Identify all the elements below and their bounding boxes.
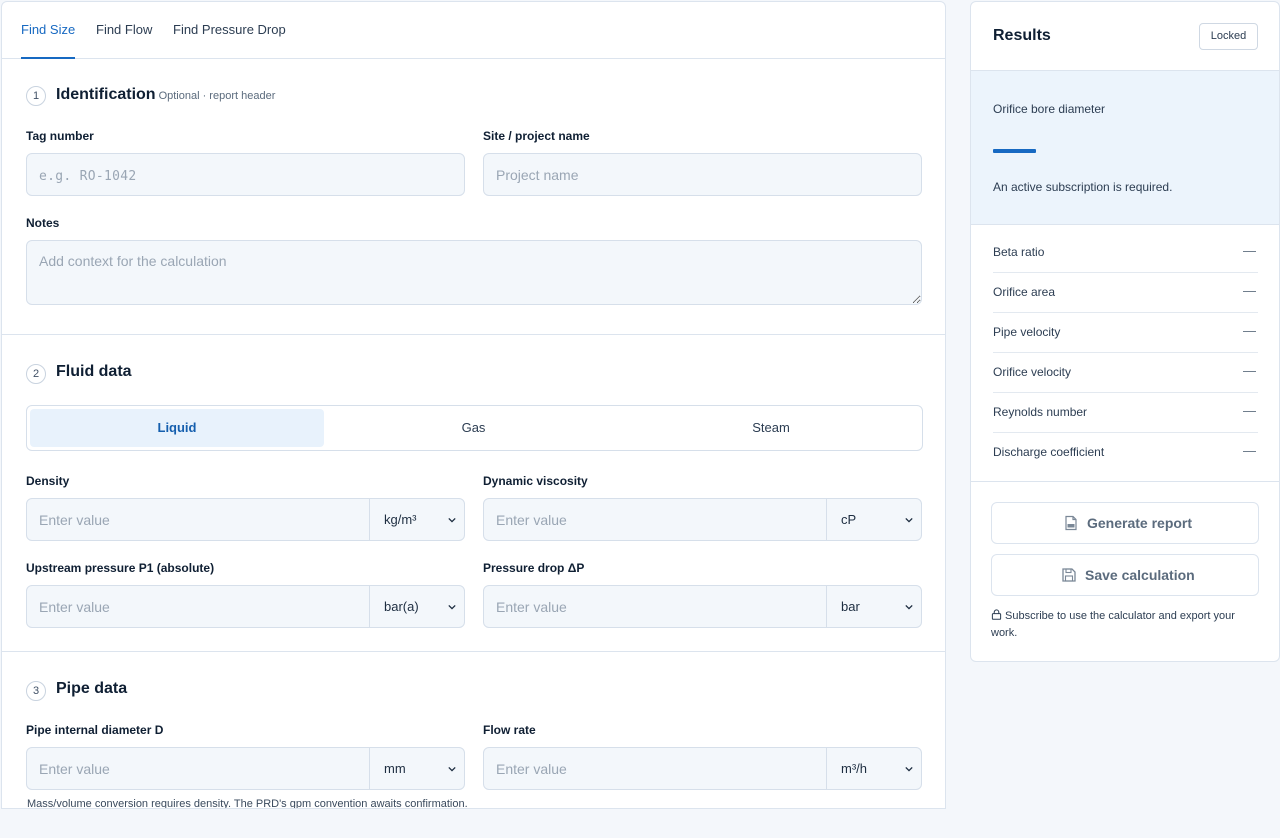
floppy-disk-icon — [1062, 568, 1076, 582]
chevron-down-icon — [905, 604, 913, 610]
result-label: Orifice area — [993, 285, 1056, 299]
result-label: Pipe velocity — [993, 325, 1061, 339]
viscosity-unit-value: cP — [841, 512, 857, 527]
chevron-down-icon — [905, 517, 913, 523]
section-divider — [2, 651, 945, 652]
viscosity-label: Dynamic viscosity — [483, 474, 588, 488]
pipe-diameter-label: Pipe internal diameter D — [26, 723, 164, 737]
chevron-down-icon — [905, 766, 913, 772]
pdf-file-icon — [1065, 515, 1077, 531]
section-number-3: 3 — [26, 681, 46, 701]
result-label: Reynolds number — [993, 405, 1088, 419]
density-field: kg/m³ — [26, 498, 465, 541]
primary-result-label: Orifice bore diameter — [993, 102, 1106, 116]
flow-rate-unit-select[interactable]: m³/h — [826, 748, 921, 789]
identification-subtitle: Optional · report header — [158, 90, 276, 102]
pressure-drop-unit-value: bar — [841, 599, 860, 614]
upstream-pressure-field: bar(a) — [26, 585, 465, 628]
notes-label: Notes — [26, 216, 60, 230]
pressure-drop-field: bar — [483, 585, 922, 628]
density-label: Density — [26, 474, 70, 488]
tab-find-flow[interactable]: Find Flow — [96, 2, 152, 59]
result-value: — — [1243, 283, 1256, 298]
pressure-drop-input[interactable] — [484, 586, 826, 627]
density-unit-value: kg/m³ — [384, 512, 417, 527]
identification-title: Identification — [56, 86, 156, 103]
site-project-label: Site / project name — [483, 129, 590, 143]
upstream-pressure-unit-select[interactable]: bar(a) — [369, 586, 464, 627]
upstream-pressure-input[interactable] — [27, 586, 369, 627]
chevron-down-icon — [448, 517, 456, 523]
result-row: Pipe velocity — — [993, 313, 1258, 353]
subscription-required-message: An active subscription is required. — [993, 180, 1173, 194]
upstream-pressure-label: Upstream pressure P1 (absolute) — [26, 561, 215, 575]
density-input[interactable] — [27, 499, 369, 540]
viscosity-unit-select[interactable]: cP — [826, 499, 921, 540]
upstream-pressure-unit-value: bar(a) — [384, 599, 419, 614]
flow-rate-unit-value: m³/h — [841, 761, 867, 776]
subscribe-message-text: Subscribe to use the calculator and expo… — [991, 610, 1235, 639]
result-row: Reynolds number — — [993, 393, 1258, 433]
result-label: Discharge coefficient — [993, 445, 1105, 459]
results-divider — [971, 481, 1279, 482]
phase-gas-option[interactable]: Gas — [326, 409, 621, 447]
result-row: Orifice velocity — — [993, 353, 1258, 393]
generate-report-label: Generate report — [1087, 515, 1193, 531]
result-value: — — [1243, 403, 1256, 418]
results-panel: Results Locked Orifice bore diameter An … — [970, 1, 1280, 662]
result-value: — — [1243, 243, 1256, 258]
section-number-2: 2 — [26, 364, 46, 384]
result-value: — — [1243, 323, 1256, 338]
section-divider — [2, 334, 945, 335]
density-unit-select[interactable]: kg/m³ — [369, 499, 464, 540]
result-row: Discharge coefficient — — [993, 433, 1258, 473]
tab-find-pressure-drop[interactable]: Find Pressure Drop — [173, 2, 286, 59]
chevron-down-icon — [448, 604, 456, 610]
lock-icon — [991, 609, 1002, 620]
pipe-diameter-unit-select[interactable]: mm — [369, 748, 464, 789]
subscribe-message: Subscribe to use the calculator and expo… — [991, 608, 1261, 642]
result-label: Orifice velocity — [993, 365, 1072, 379]
section-title-fluid: Fluid data — [56, 363, 132, 380]
tab-find-size[interactable]: Find Size — [21, 2, 76, 59]
pressure-drop-unit-select[interactable]: bar — [826, 586, 921, 627]
result-value: — — [1243, 443, 1256, 458]
phase-liquid-option[interactable]: Liquid — [30, 409, 324, 447]
section-number-1: 1 — [26, 86, 46, 106]
flow-rate-label: Flow rate — [483, 723, 536, 737]
primary-result-box: Orifice bore diameter An active subscrip… — [971, 70, 1279, 225]
notes-textarea[interactable] — [26, 240, 922, 305]
viscosity-field: cP — [483, 498, 922, 541]
viscosity-input[interactable] — [484, 499, 826, 540]
phase-steam-option[interactable]: Steam — [623, 409, 919, 447]
save-calculation-button[interactable]: Save calculation — [991, 554, 1259, 596]
fluid-phase-selector: Liquid Gas Steam — [26, 405, 923, 451]
result-row: Orifice area — — [993, 273, 1258, 313]
chevron-down-icon — [448, 766, 456, 772]
pipe-diameter-field: mm — [26, 747, 465, 790]
save-calculation-label: Save calculation — [1085, 567, 1195, 583]
primary-result-placeholder-bar — [993, 149, 1036, 153]
pipe-diameter-unit-value: mm — [384, 761, 406, 776]
result-value: — — [1243, 363, 1256, 378]
flow-rate-input[interactable] — [484, 748, 826, 789]
tag-number-input[interactable] — [26, 153, 465, 196]
section-title-pipe: Pipe data — [56, 680, 128, 697]
flow-rate-field: m³/h — [483, 747, 922, 790]
result-label: Beta ratio — [993, 245, 1045, 259]
result-row: Beta ratio — — [993, 233, 1258, 273]
tag-number-label: Tag number — [26, 129, 94, 143]
pipe-diameter-input[interactable] — [27, 748, 369, 789]
generate-report-button[interactable]: Generate report — [991, 502, 1259, 544]
pressure-drop-label: Pressure drop ΔP — [483, 561, 585, 575]
section-title-identification: Identification Optional · report header — [56, 86, 275, 104]
mode-tabs: Find Size Find Flow Find Pressure Drop — [2, 2, 945, 59]
site-project-input[interactable] — [483, 153, 922, 196]
calculator-panel: Find Size Find Flow Find Pressure Drop 1… — [1, 1, 946, 809]
results-title: Results — [993, 27, 1051, 44]
conversion-note: Mass/volume conversion requires density.… — [27, 798, 468, 809]
locked-badge: Locked — [1199, 23, 1258, 50]
